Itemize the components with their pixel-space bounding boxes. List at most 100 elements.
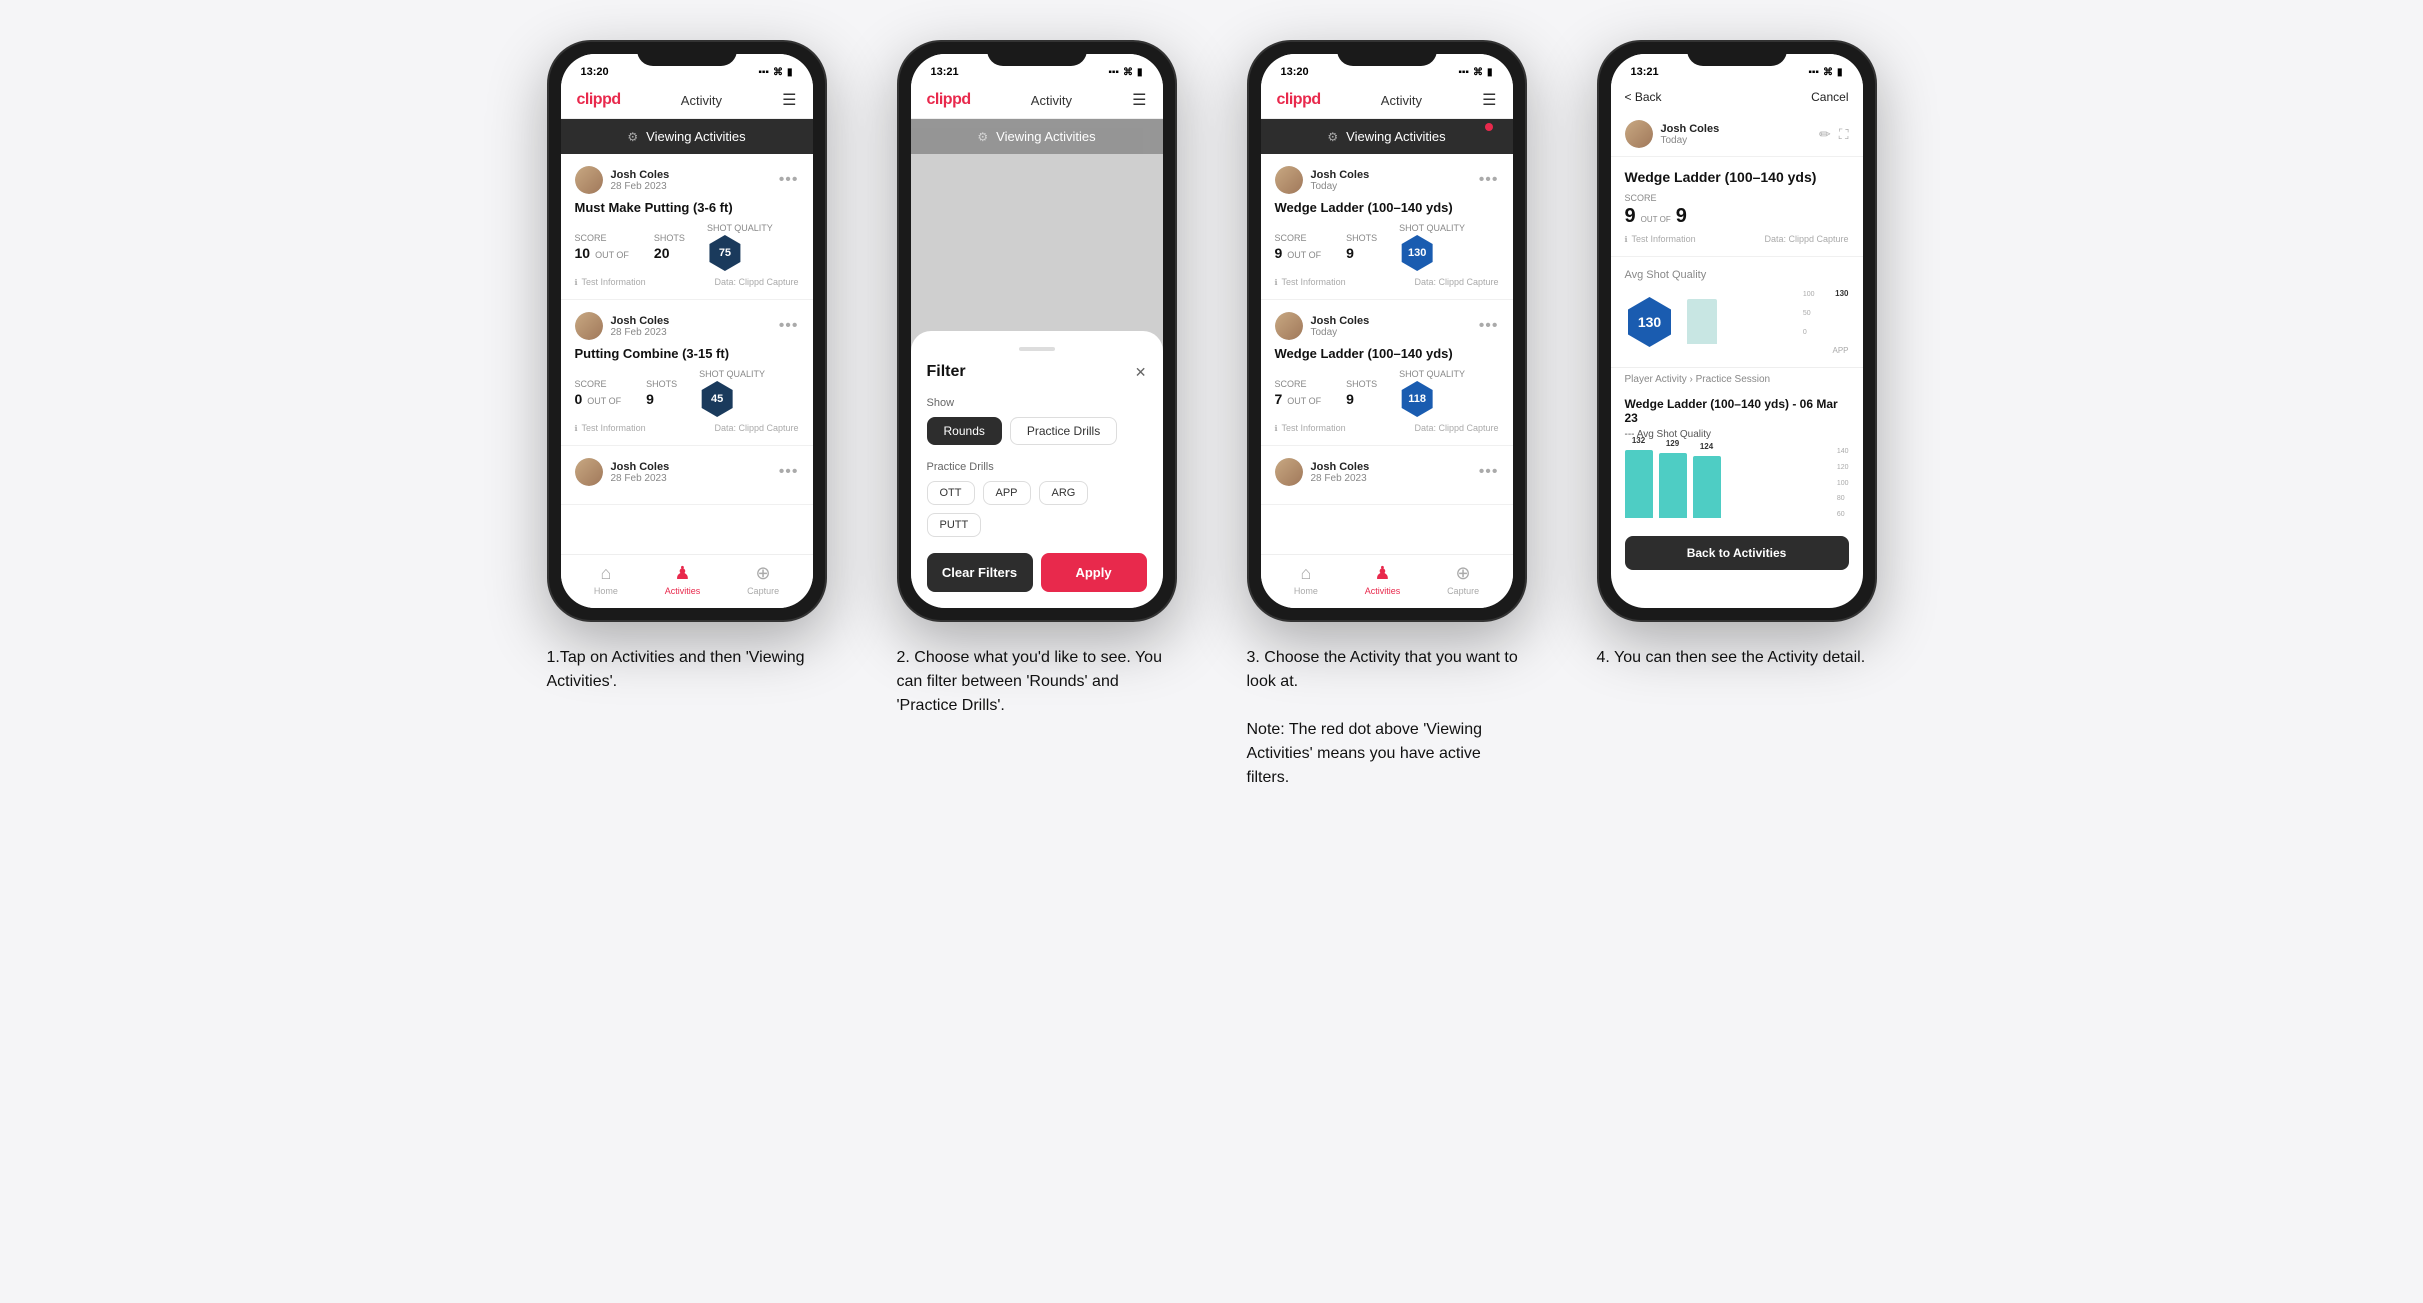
avg-quality-title: Avg Shot Quality (1625, 269, 1849, 281)
nav-capture[interactable]: ⊕ Capture (747, 563, 779, 596)
filter-buttons: Clear Filters Apply (927, 553, 1147, 592)
viewing-activities-text-2: Viewing Activities (996, 129, 1095, 144)
activities-label-3: Activities (1365, 586, 1401, 596)
detail-score-value: 9 (1625, 205, 1636, 228)
signal-icon-2: ▪▪▪ (1108, 67, 1119, 78)
avatar-3-1 (1275, 166, 1303, 194)
phone-2-notch (987, 42, 1087, 66)
more-options-3-1[interactable]: ••• (1479, 171, 1499, 189)
quality-label-3-1: Shot Quality (1399, 223, 1465, 233)
close-button[interactable]: ✕ (1135, 364, 1147, 381)
outof-3-1: OUT OF (1287, 250, 1321, 260)
user-name-1: Josh Coles (611, 169, 670, 181)
user-date-3-2: Today (1311, 327, 1370, 338)
nav-title-2: Activity (1031, 93, 1072, 108)
hamburger-icon-3[interactable]: ☰ (1482, 90, 1496, 110)
filter-title: Filter (927, 363, 966, 381)
phone-3-inner: 13:20 ▪▪▪ ⌘ ▮ clippd Activity ☰ ⚙ View (1261, 54, 1513, 608)
detail-user-name: Josh Coles (1661, 123, 1720, 135)
detail-stats-row: Score 9 OUT OF 9 (1625, 193, 1849, 228)
more-options-2[interactable]: ••• (779, 317, 799, 335)
quality-badge-2: 45 (699, 381, 735, 417)
data-source-2: Data: Clippd Capture (714, 423, 798, 433)
back-to-activities-button[interactable]: Back to Activities (1625, 536, 1849, 570)
activity-card-3-1[interactable]: Josh Coles Today ••• Wedge Ladder (100–1… (1261, 154, 1513, 300)
rounds-pill[interactable]: Rounds (927, 417, 1002, 445)
avatar-1 (575, 166, 603, 194)
info-icon-2: ℹ (575, 424, 578, 433)
y-0: 0 (1803, 329, 1815, 336)
activity-title-1: Must Make Putting (3-6 ft) (575, 200, 799, 215)
detail-user-info: Josh Coles Today (1625, 120, 1720, 148)
score-row-3-1: 9 OUT OF (1275, 245, 1325, 261)
clear-filters-button[interactable]: Clear Filters (927, 553, 1033, 592)
info-icon-1: ℹ (575, 278, 578, 287)
nav-activities-3[interactable]: ♟ Activities (1365, 563, 1401, 596)
activity-card-3-3[interactable]: Josh Coles 28 Feb 2023 ••• (1261, 446, 1513, 505)
shots-group-2: Shots 9 (646, 379, 677, 407)
user-text-3-1: Josh Coles Today (1311, 169, 1370, 192)
capture-icon-3: ⊕ (1456, 563, 1471, 584)
practice-session-label: Practice Session (1696, 374, 1770, 385)
apply-button[interactable]: Apply (1041, 553, 1147, 592)
back-button[interactable]: < Back (1625, 90, 1662, 104)
card-footer-3-2: ℹ Test Information Data: Clippd Capture (1275, 423, 1499, 433)
viewing-activities-banner[interactable]: ⚙ Viewing Activities (561, 119, 813, 154)
quality-label-2: Shot Quality (699, 369, 765, 379)
activity-card-1[interactable]: Josh Coles 28 Feb 2023 ••• Must Make Put… (561, 154, 813, 300)
more-options-1[interactable]: ••• (779, 171, 799, 189)
quality-label-1: Shot Quality (707, 223, 773, 233)
ott-pill[interactable]: OTT (927, 481, 975, 505)
score-group-2: Score 0 OUT OF (575, 379, 625, 407)
viewing-banner-3[interactable]: ⚙ Viewing Activities (1261, 119, 1513, 154)
activity-card-3[interactable]: Josh Coles 28 Feb 2023 ••• (561, 446, 813, 505)
arg-pill[interactable]: ARG (1039, 481, 1089, 505)
battery-icon-4: ▮ (1837, 67, 1843, 78)
outof-1: OUT OF (595, 250, 629, 260)
cancel-button[interactable]: Cancel (1811, 90, 1848, 104)
player-activity-section: Player Activity › Practice Session (1611, 367, 1863, 391)
expand-icon[interactable]: ⛶ (1839, 126, 1849, 143)
avatar-2 (575, 312, 603, 340)
nav-home[interactable]: ⌂ Home (594, 563, 618, 596)
detail-outof: OUT OF (1641, 215, 1671, 224)
phone-2-inner: 13:21 ▪▪▪ ⌘ ▮ clippd Activity ☰ ⚙ View (911, 54, 1163, 608)
avg-quality-section: Avg Shot Quality 130 130 APP (1611, 257, 1863, 367)
info-1: ℹ Test Information (575, 277, 646, 287)
sy-60: 60 (1837, 511, 1849, 518)
user-name-3-1: Josh Coles (1311, 169, 1370, 181)
hamburger-icon[interactable]: ☰ (782, 90, 796, 110)
hamburger-icon-2[interactable]: ☰ (1132, 90, 1146, 110)
phone-1: 13:20 ▪▪▪ ⌘ ▮ clippd Activity ☰ ⚙ View (547, 40, 827, 622)
activity-title-3-2: Wedge Ladder (100–140 yds) (1275, 346, 1499, 361)
nav-capture-3[interactable]: ⊕ Capture (1447, 563, 1479, 596)
home-label: Home (594, 586, 618, 596)
practice-drills-pill[interactable]: Practice Drills (1010, 417, 1117, 445)
edit-icon[interactable]: ✏ (1819, 126, 1831, 143)
card-header-3-3: Josh Coles 28 Feb 2023 ••• (1275, 458, 1499, 486)
shots-group-3-1: Shots 9 (1346, 233, 1377, 261)
settings-icon: ⚙ (627, 130, 638, 144)
more-options-3-3[interactable]: ••• (1479, 463, 1499, 481)
nav-home-3[interactable]: ⌂ Home (1294, 563, 1318, 596)
score-value-1: 10 (575, 245, 591, 261)
bar-label-3: 124 (1700, 442, 1713, 451)
detail-info-icon: ℹ (1625, 235, 1628, 244)
session-subtitle: --- Avg Shot Quality (1625, 429, 1849, 440)
hex-quality-badge: 130 (1625, 297, 1675, 347)
activity-card-2[interactable]: Josh Coles 28 Feb 2023 ••• Putting Combi… (561, 300, 813, 446)
session-bar-3: 124 (1693, 456, 1721, 518)
app-pill[interactable]: APP (983, 481, 1031, 505)
viewing-activities-text-3: Viewing Activities (1346, 129, 1445, 144)
y-axis-labels: 100 50 0 (1803, 291, 1815, 336)
detail-avatar (1625, 120, 1653, 148)
battery-icon-2: ▮ (1137, 67, 1143, 78)
nav-activities[interactable]: ♟ Activities (665, 563, 701, 596)
more-options-3[interactable]: ••• (779, 463, 799, 481)
more-options-3-2[interactable]: ••• (1479, 317, 1499, 335)
user-name-3-3: Josh Coles (1311, 461, 1370, 473)
viewing-banner-2[interactable]: ⚙ Viewing Activities (911, 119, 1163, 154)
activity-card-3-2[interactable]: Josh Coles Today ••• Wedge Ladder (100–1… (1261, 300, 1513, 446)
putt-pill[interactable]: PUTT (927, 513, 982, 537)
quality-group-2: Shot Quality 45 (699, 369, 765, 417)
